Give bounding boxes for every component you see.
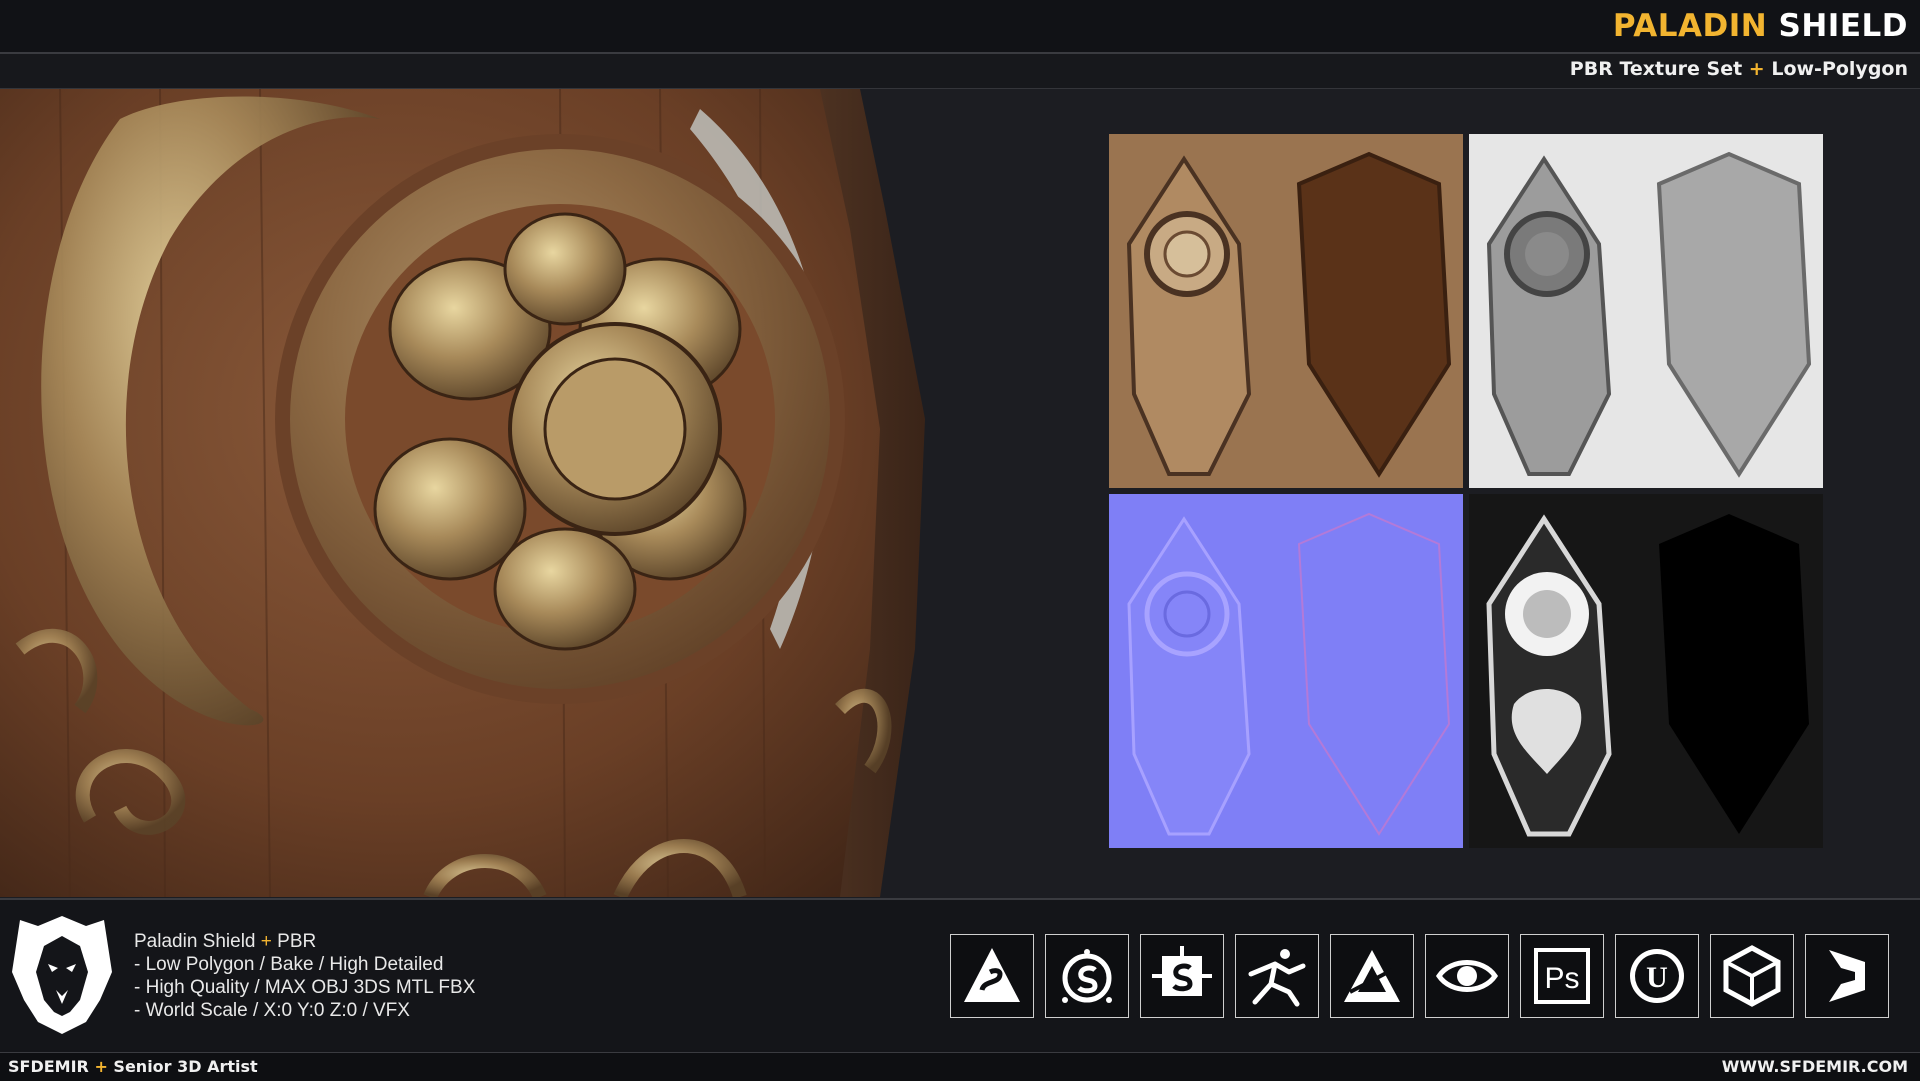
3ds-max-icon[interactable] (1805, 934, 1889, 1018)
photoshop-label: Ps (1544, 962, 1579, 995)
unreal-label: U (1646, 961, 1668, 994)
substance-painter-icon[interactable] (1045, 934, 1129, 1018)
product-detail-3: - World Scale / X:0 Y:0 Z:0 / VFX (134, 1000, 410, 1021)
credit-plus: + (94, 1057, 108, 1076)
title-part1: PALADIN (1612, 8, 1768, 44)
product-suffix: PBR (277, 931, 317, 952)
subtitle-part1: PBR Texture Set (1569, 58, 1743, 80)
substance-designer-icon[interactable] (1140, 934, 1224, 1018)
title-part2: SHIELD (1778, 8, 1908, 44)
subtitle-bar: PBR Texture Set + Low-Polygon (0, 54, 1920, 89)
product-detail-1: - Low Polygon / Bake / High Detailed (134, 954, 444, 975)
product-name: Paladin Shield (134, 931, 256, 952)
website-link[interactable]: WWW.SFDEMIR.COM (1722, 1057, 1908, 1076)
artist-name: SFDEMIR (8, 1057, 89, 1076)
credit-bar: SFDEMIR + Senior 3D Artist WWW.SFDEMIR.C… (0, 1052, 1920, 1081)
metallic-map (1469, 494, 1823, 848)
product-plus: + (260, 931, 272, 952)
page-subtitle: PBR Texture Set + Low-Polygon (1570, 58, 1908, 80)
subtitle-plus: + (1748, 58, 1765, 80)
shield-render-image (0, 89, 925, 897)
affinity-icon[interactable] (1330, 934, 1414, 1018)
marmoset-icon[interactable] (1425, 934, 1509, 1018)
roughness-map (1469, 134, 1823, 488)
software-icons-row: Ps U (950, 934, 1889, 1020)
unity-icon[interactable] (1710, 934, 1794, 1018)
subtitle-part2: Low-Polygon (1771, 58, 1908, 80)
zbrush-icon[interactable] (1235, 934, 1319, 1018)
artist-role: Senior 3D Artist (113, 1057, 258, 1076)
product-name-line: Paladin Shield + PBR (134, 930, 475, 953)
page-title: PALADIN SHIELD (1613, 8, 1908, 44)
lion-logo (8, 912, 116, 1036)
footer-panel: Paladin Shield + PBR - Low Polygon / Bak… (0, 898, 1920, 1052)
photoshop-icon[interactable]: Ps (1520, 934, 1604, 1018)
title-bar: PALADIN SHIELD (0, 0, 1920, 54)
unreal-engine-icon[interactable]: U (1615, 934, 1699, 1018)
substance-alchemist-icon[interactable] (950, 934, 1034, 1018)
artist-credit: SFDEMIR + Senior 3D Artist (8, 1057, 258, 1076)
normal-map (1109, 494, 1463, 848)
product-detail-2: - High Quality / MAX OBJ 3DS MTL FBX (134, 977, 476, 998)
basecolor-map (1109, 134, 1463, 488)
product-info: Paladin Shield + PBR - Low Polygon / Bak… (134, 930, 475, 1022)
texture-map-grid (1109, 134, 1823, 848)
